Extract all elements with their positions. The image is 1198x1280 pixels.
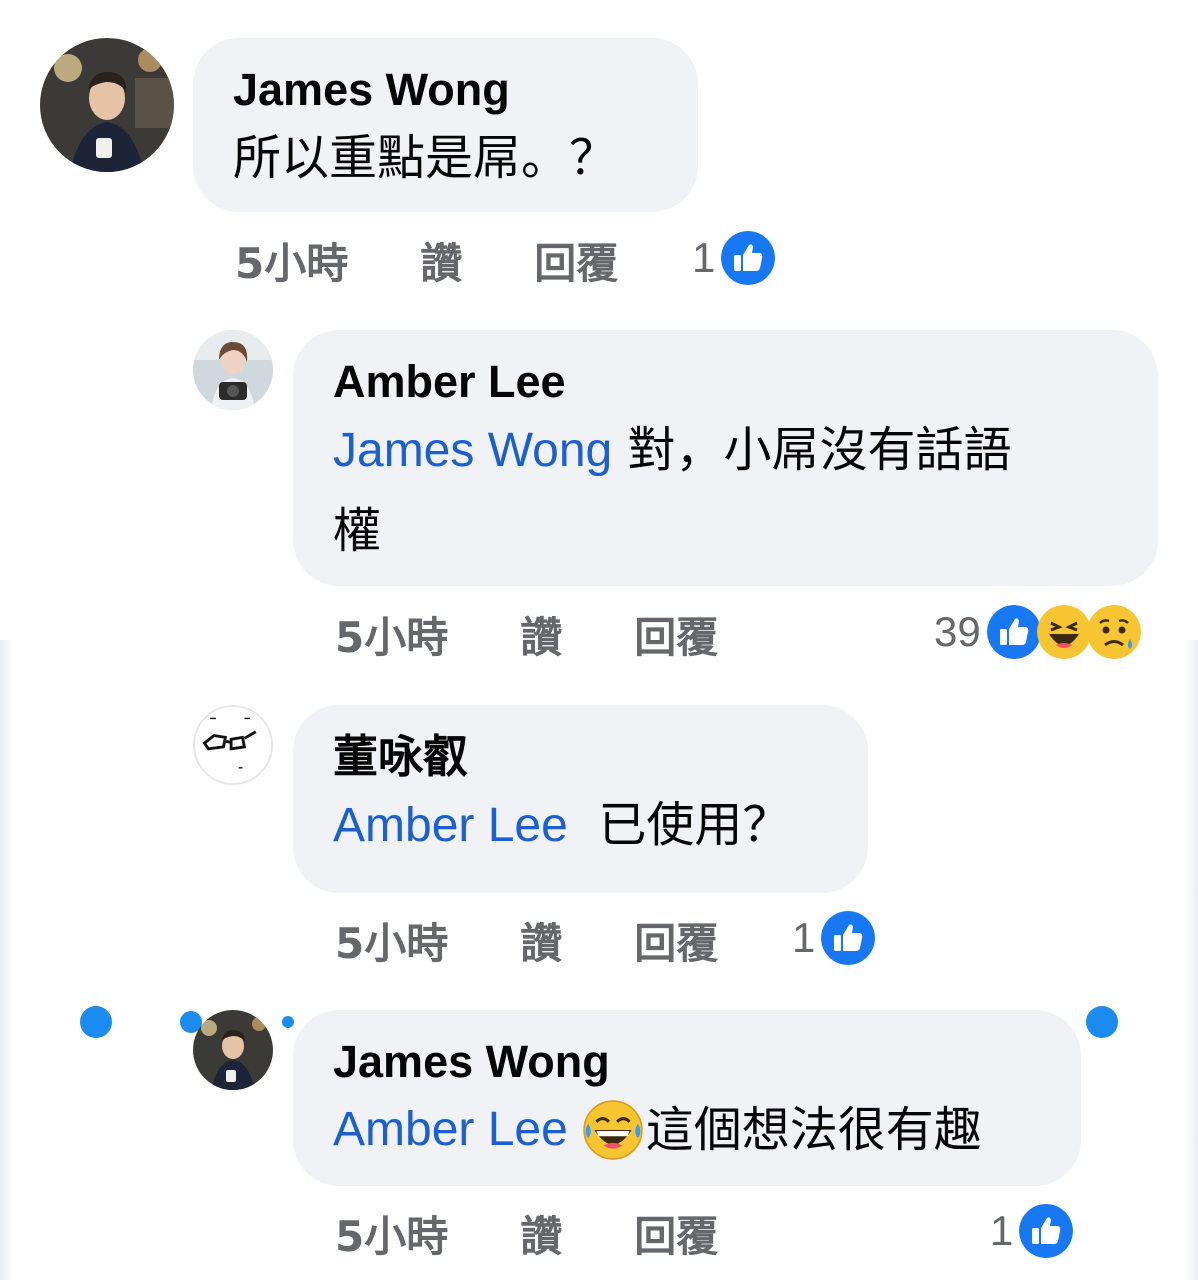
comment-body: 這個想法很有趣 (645, 1102, 982, 1158)
comment-actions: 5小時 讚 回覆 (335, 1203, 718, 1263)
avatar-photo (193, 330, 273, 410)
mention-link[interactable]: James Wong (333, 424, 612, 477)
like-button[interactable]: 讚 (520, 910, 562, 971)
comment-author[interactable]: Amber Lee (333, 354, 1118, 410)
laughing-tears-emoji (583, 1100, 643, 1160)
selection-dot (1086, 1006, 1118, 1038)
comment-text: 所以重點是屌。？ (233, 130, 618, 186)
reply-button[interactable]: 回覆 (534, 230, 618, 291)
sad-icon (1086, 605, 1141, 659)
mention-link[interactable]: Amber Lee (333, 1090, 568, 1170)
reaction-count: 1 (792, 914, 816, 961)
selection-dot (80, 1006, 112, 1038)
avatar-photo (193, 1010, 273, 1090)
glasses-icon (195, 707, 271, 783)
haha-icon (1036, 605, 1091, 659)
comment-author[interactable]: James Wong (233, 62, 658, 118)
reaction-count: 1 (990, 1207, 1014, 1254)
comment-time[interactable]: 5小時 (335, 604, 448, 665)
avatar-photo (40, 38, 174, 172)
comment-time[interactable]: 5小時 (335, 910, 448, 971)
comment-time[interactable]: 5小時 (235, 230, 348, 291)
comment-author[interactable]: 董咏叡 (333, 729, 828, 785)
comment-text: Amber Lee 這個想法很有趣 (333, 1090, 1041, 1170)
like-button[interactable]: 讚 (520, 604, 562, 665)
avatar-james-wong[interactable] (193, 1010, 273, 1090)
like-icon (986, 605, 1041, 659)
reaction-summary[interactable]: 39 (934, 602, 1141, 662)
mention-link[interactable]: Amber Lee (333, 799, 568, 852)
comment-bubble: James Wong Amber Lee 這個想法很有趣 (293, 1010, 1081, 1186)
right-edge-shade (1184, 640, 1198, 1280)
like-icon (821, 911, 876, 965)
like-icon (1019, 1204, 1074, 1258)
comment-author[interactable]: James Wong (333, 1034, 1041, 1090)
left-edge-shade (0, 640, 14, 1280)
reaction-summary[interactable]: 1 (990, 1201, 1074, 1261)
comment-text: James Wong 對，小屌沒有話語 (333, 410, 1118, 491)
comment-text-line2: 權 (333, 503, 382, 559)
comment-body: 已使用？ (598, 797, 791, 853)
reply-button[interactable]: 回覆 (634, 604, 718, 665)
reply-button[interactable]: 回覆 (634, 910, 718, 971)
comment-bubble: 董咏叡 Amber Lee 已使用？ (293, 705, 868, 893)
comment-actions: 5小時 讚 回覆 (235, 230, 618, 290)
comment-actions: 5小時 讚 回覆 (335, 910, 718, 970)
like-icon (721, 231, 776, 285)
avatar-james-wong[interactable] (40, 38, 174, 172)
avatar-glasses[interactable] (193, 705, 273, 785)
comment-text-line1: 對，小屌沒有話語 (627, 422, 1012, 478)
reaction-count: 39 (934, 608, 981, 655)
comment-text: Amber Lee 已使用？ (333, 785, 828, 866)
comment-actions: 5小時 讚 回覆 (335, 604, 718, 664)
like-button[interactable]: 讚 (520, 1203, 562, 1264)
reaction-summary[interactable]: 1 (792, 908, 876, 968)
comment-time[interactable]: 5小時 (335, 1203, 448, 1264)
reply-button[interactable]: 回覆 (634, 1203, 718, 1264)
reaction-count: 1 (692, 234, 716, 281)
reaction-summary[interactable]: 1 (692, 228, 776, 288)
comment-bubble: James Wong 所以重點是屌。？ (193, 38, 698, 212)
like-button[interactable]: 讚 (420, 230, 462, 291)
comment-bubble: Amber Lee James Wong 對，小屌沒有話語 權 (293, 330, 1158, 586)
avatar-amber-lee[interactable] (193, 330, 273, 410)
selection-dot (282, 1016, 294, 1028)
